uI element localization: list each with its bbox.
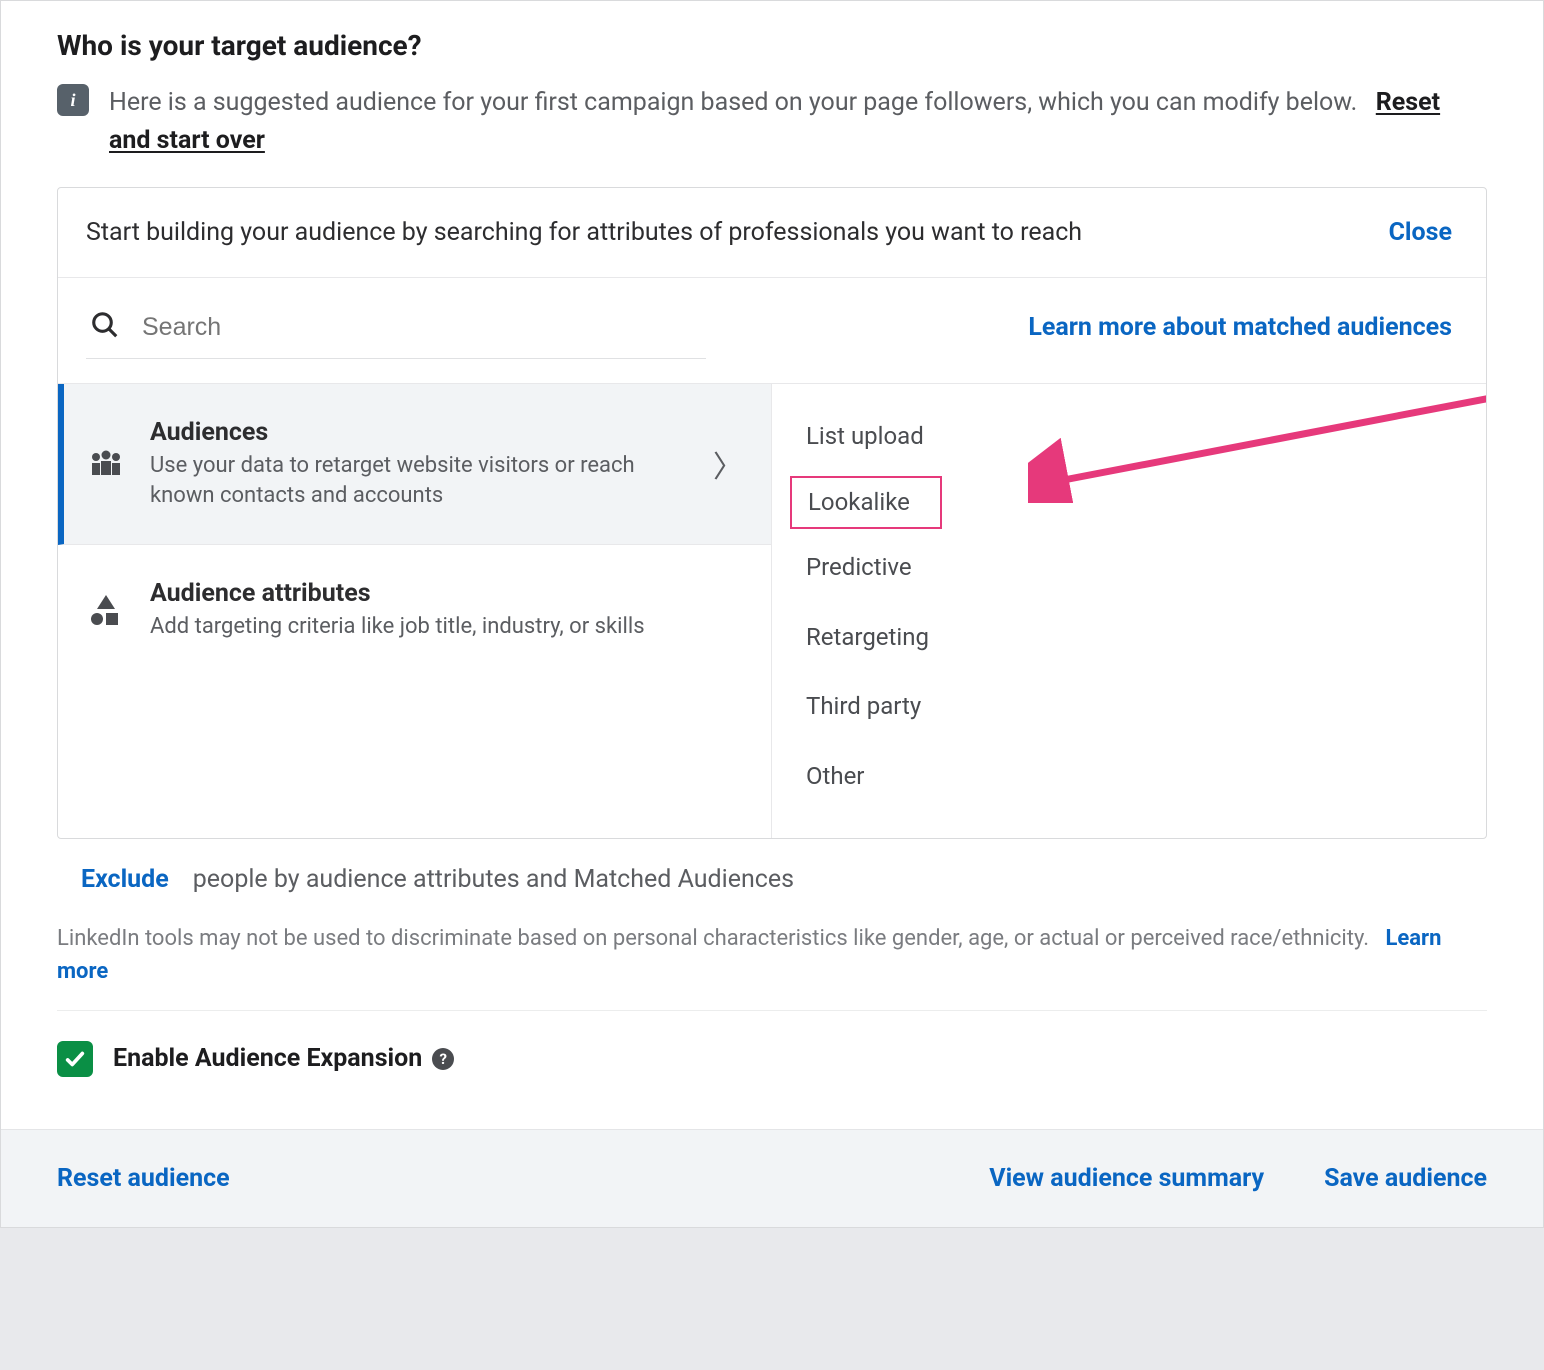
close-button[interactable]: Close [1389, 218, 1452, 247]
option-lookalike[interactable]: Lookalike [790, 476, 942, 530]
people-icon [86, 449, 126, 479]
discrimination-disclaimer: LinkedIn tools may not be used to discri… [57, 922, 1487, 1011]
exclude-row: Exclude people by audience attributes an… [57, 865, 1487, 894]
left-item-audiences-desc: Use your data to retarget website visito… [150, 451, 689, 510]
left-item-attributes[interactable]: Audience attributes Add targeting criter… [58, 545, 771, 676]
info-text: Here is a suggested audience for your fi… [109, 84, 1487, 159]
audience-builder-card: Start building your audience by searchin… [57, 187, 1487, 839]
audience-expansion-row: Enable Audience Expansion ? [57, 1041, 1487, 1129]
info-row: i Here is a suggested audience for your … [57, 84, 1487, 159]
left-item-audiences-title: Audiences [150, 418, 689, 447]
option-retargeting[interactable]: Retargeting [790, 607, 1468, 669]
expansion-checkbox[interactable] [57, 1041, 93, 1077]
search-input[interactable] [142, 313, 702, 342]
info-icon: i [57, 84, 89, 116]
left-item-attributes-text: Audience attributes Add targeting criter… [150, 579, 645, 642]
left-item-audiences-text: Audiences Use your data to retarget webs… [150, 418, 689, 510]
builder-header-text: Start building your audience by searchin… [86, 218, 1082, 247]
builder-header: Start building your audience by searchin… [58, 188, 1486, 278]
search-box[interactable] [86, 296, 706, 359]
save-audience-button[interactable]: Save audience [1324, 1164, 1487, 1193]
learn-matched-audiences-link[interactable]: Learn more about matched audiences [1028, 313, 1452, 342]
audience-options-columns: Audiences Use your data to retarget webs… [58, 383, 1486, 838]
view-audience-summary-button[interactable]: View audience summary [989, 1164, 1264, 1193]
left-item-audiences[interactable]: Audiences Use your data to retarget webs… [58, 384, 771, 545]
audience-panel: Who is your target audience? i Here is a… [0, 0, 1544, 1228]
option-list-upload[interactable]: List upload [790, 406, 1468, 468]
exclude-text: people by audience attributes and Matche… [193, 865, 794, 894]
search-icon [90, 310, 120, 344]
option-predictive[interactable]: Predictive [790, 537, 1468, 599]
left-column: Audiences Use your data to retarget webs… [58, 384, 772, 838]
right-column: List upload Lookalike Predictive Retarge… [772, 384, 1486, 838]
expansion-label: Enable Audience Expansion ? [113, 1044, 454, 1073]
footer-bar: Reset audience View audience summary Sav… [1, 1129, 1543, 1227]
exclude-link[interactable]: Exclude [81, 865, 169, 894]
chevron-right-icon: 〉 [713, 442, 743, 486]
option-third-party[interactable]: Third party [790, 676, 1468, 738]
disclaimer-text: LinkedIn tools may not be used to discri… [57, 926, 1369, 951]
page-title: Who is your target audience? [57, 29, 1487, 62]
left-item-attributes-desc: Add targeting criteria like job title, i… [150, 612, 645, 642]
help-icon[interactable]: ? [432, 1048, 454, 1070]
left-item-attributes-title: Audience attributes [150, 579, 645, 608]
info-text-body: Here is a suggested audience for your fi… [109, 88, 1357, 117]
search-row: Learn more about matched audiences [58, 278, 1486, 359]
expansion-label-text: Enable Audience Expansion [113, 1044, 422, 1073]
option-other[interactable]: Other [790, 746, 1468, 808]
shapes-icon [86, 595, 126, 627]
reset-audience-button[interactable]: Reset audience [57, 1164, 230, 1193]
